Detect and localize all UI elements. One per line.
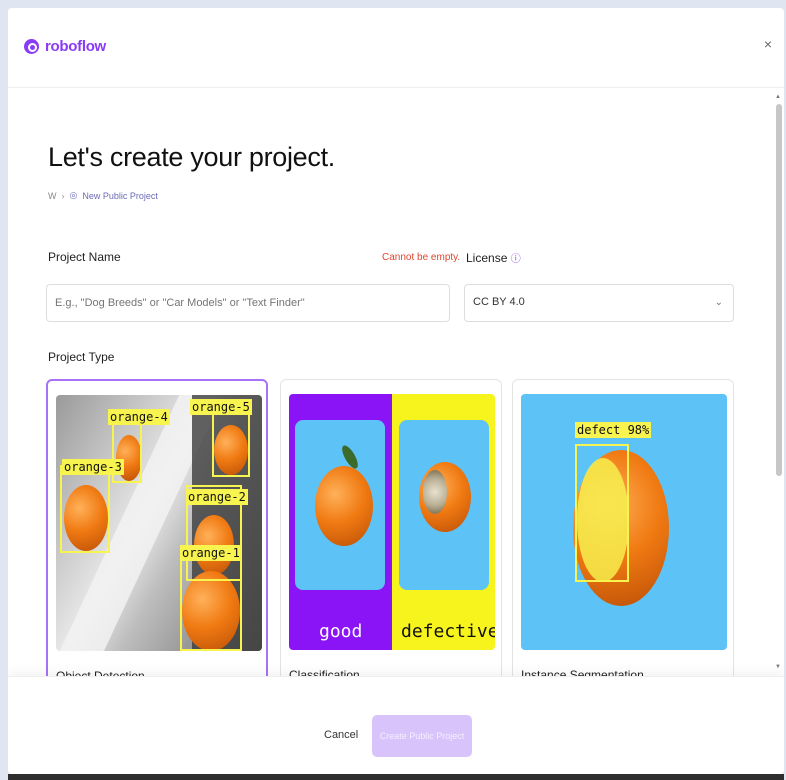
project-type-card-object-detection[interactable]: orange-4 orange-5 orange-3 orange-2 oran… — [46, 379, 268, 689]
globe-icon: ◎ — [69, 190, 78, 200]
chevron-down-icon: ⌄ — [714, 297, 723, 308]
close-icon[interactable]: × — [764, 36, 772, 52]
create-project-dialog: roboflow × ▲ ▼ Let's create your project… — [8, 8, 784, 774]
create-public-project-button[interactable]: Create Public Project — [372, 715, 472, 757]
breadcrumb-workspace[interactable]: W — [48, 191, 57, 201]
brand-name: roboflow — [45, 38, 106, 55]
header-bar: roboflow × — [8, 8, 784, 88]
instance-segmentation-image: defect 98% — [521, 394, 727, 650]
project-name-label: Project Name — [48, 250, 121, 264]
object-detection-image: orange-4 orange-5 orange-3 orange-2 oran… — [56, 395, 262, 651]
tag-defect: defect 98% — [575, 422, 652, 438]
project-type-label: Project Type — [48, 350, 115, 364]
tag-orange-5: orange-5 — [190, 399, 252, 415]
cancel-button[interactable]: Cancel — [324, 729, 358, 741]
license-value: CC BY 4.0 — [473, 296, 525, 308]
info-icon[interactable]: ⓘ — [511, 254, 521, 265]
license-label: License ⓘ — [466, 251, 521, 265]
breadcrumb-current: New Public Project — [82, 190, 158, 201]
tag-orange-2: orange-2 — [186, 489, 248, 505]
breadcrumb-separator: › — [61, 190, 65, 201]
tag-orange-1: orange-1 — [180, 545, 242, 561]
breadcrumb: W › ◎ New Public Project — [48, 190, 158, 201]
classification-image: good defective — [289, 394, 495, 650]
license-select[interactable]: CC BY 4.0 ⌄ — [464, 284, 734, 322]
scrollbar-thumb[interactable] — [776, 104, 782, 476]
caption-good: good — [319, 621, 363, 642]
roboflow-logo[interactable]: roboflow — [24, 38, 106, 55]
dialog-footer: Cancel Create Public Project — [8, 676, 784, 774]
project-type-card-classification[interactable]: good defective Classification — [280, 379, 502, 689]
roboflow-logo-icon — [24, 39, 39, 54]
tag-orange-3: orange-3 — [62, 459, 124, 475]
scroll-up-arrow-icon[interactable]: ▲ — [775, 94, 781, 100]
project-name-error: Cannot be empty. — [382, 252, 461, 263]
project-name-input[interactable] — [46, 284, 450, 322]
taskbar — [8, 774, 784, 780]
scroll-down-arrow-icon[interactable]: ▼ — [775, 664, 781, 670]
tag-orange-4: orange-4 — [108, 409, 170, 425]
project-type-card-instance-segmentation[interactable]: defect 98% Instance Segmentation — [512, 379, 734, 689]
page-title: Let's create your project. — [48, 142, 335, 172]
caption-defective: defective — [401, 621, 495, 642]
